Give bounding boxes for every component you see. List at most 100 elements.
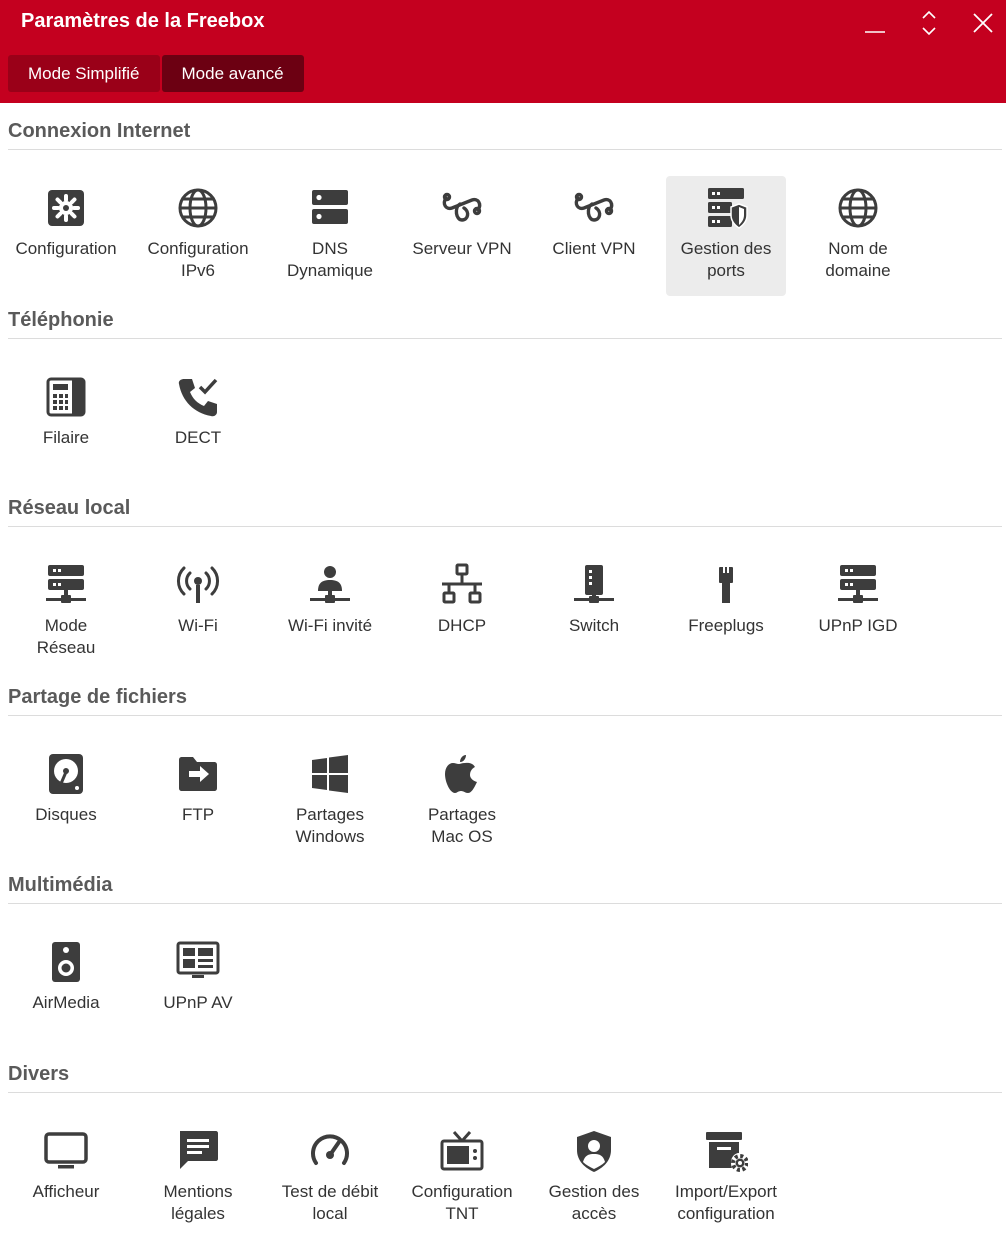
tab-mode-simplifie[interactable]: Mode Simplifié — [8, 55, 160, 92]
folder-arrow-icon — [176, 752, 220, 796]
settings-item-airmedia[interactable]: AirMedia — [6, 930, 126, 1050]
settings-item-client-vpn[interactable]: Client VPN — [534, 176, 654, 296]
section-divider — [8, 149, 1002, 150]
media-screen-icon — [176, 940, 220, 984]
settings-item-upnp-av[interactable]: UPnP AV — [138, 930, 258, 1050]
section-multimedia: Multimédia AirMedia UPnP AV — [8, 867, 1002, 1012]
settings-item-label: DNS Dynamique — [287, 239, 373, 280]
settings-item-label: Afficheur — [32, 1182, 100, 1201]
mode-tabs: Mode Simplifié Mode avancé — [8, 55, 304, 92]
speaker-icon — [44, 940, 88, 984]
vpn-icon — [440, 186, 484, 230]
close-button[interactable] — [965, 6, 1001, 40]
settings-item-import-export-configuration[interactable]: Import/Export configuration — [666, 1119, 786, 1239]
vpn-icon — [572, 186, 616, 230]
section-divider — [8, 338, 1002, 339]
settings-item-wi-fi-invite[interactable]: Wi-Fi invité — [270, 553, 390, 673]
hard-disk-icon — [44, 752, 88, 796]
settings-item-disques[interactable]: Disques — [6, 742, 126, 862]
section-title: Connexion Internet — [8, 120, 191, 142]
switch-icon — [572, 563, 616, 607]
wifi-antenna-icon — [176, 563, 220, 607]
tab-mode-avance[interactable]: Mode avancé — [161, 55, 304, 92]
settings-item-label: DECT — [174, 428, 222, 447]
settings-item-freeplugs[interactable]: Freeplugs — [666, 553, 786, 673]
settings-item-label: Freeplugs — [688, 616, 764, 635]
section-title: Partage de fichiers — [8, 686, 187, 708]
settings-item-label: Filaire — [42, 428, 90, 447]
globe-icon — [836, 186, 880, 230]
settings-item-label: Configuration — [15, 239, 117, 258]
window-title: Paramètres de la Freebox — [21, 10, 265, 32]
settings-item-label: Wi-Fi — [178, 616, 218, 635]
settings-item-label: Wi-Fi invité — [287, 616, 373, 635]
minimize-button[interactable] — [857, 6, 893, 40]
settings-item-nom-de-domaine[interactable]: Nom de domaine — [798, 176, 918, 296]
settings-item-label: Gestion des accès — [548, 1182, 640, 1223]
settings-item-upnp-igd[interactable]: UPnP IGD — [798, 553, 918, 673]
gear-icon — [44, 186, 88, 230]
settings-item-configuration-tnt[interactable]: Configuration TNT — [402, 1119, 522, 1239]
settings-window: Paramètres de la Freebox Mode Simplifié … — [0, 0, 1006, 1255]
settings-item-label: DHCP — [437, 616, 487, 635]
settings-item-ftp[interactable]: FTP — [138, 742, 258, 862]
monitor-icon — [44, 1129, 88, 1173]
tv-icon — [440, 1129, 484, 1173]
settings-item-configuration-ipv6[interactable]: Configuration IPv6 — [138, 176, 258, 296]
settings-item-dhcp[interactable]: DHCP — [402, 553, 522, 673]
settings-item-label: Partages Mac OS — [427, 805, 497, 846]
minimize-icon — [865, 31, 885, 33]
apple-icon — [440, 752, 484, 796]
settings-item-configuration[interactable]: Configuration — [6, 176, 126, 296]
plug-icon — [704, 563, 748, 607]
section-reseau-local: Réseau local Mode Réseau Wi-Fi Wi-Fi invité… — [8, 490, 1002, 657]
restore-button[interactable] — [911, 6, 947, 40]
section-title: Multimédia — [8, 874, 113, 896]
settings-item-gestion-des-ports[interactable]: Gestion des ports — [666, 176, 786, 296]
settings-item-label: Client VPN — [552, 239, 636, 258]
settings-item-mode-reseau[interactable]: Mode Réseau — [6, 553, 126, 673]
network-server-icon — [836, 563, 880, 607]
section-divers: Divers Afficheur Mentions légales Test de d… — [8, 1056, 1002, 1223]
windows-icon — [308, 752, 352, 796]
server-icon — [308, 186, 352, 230]
settings-item-partages-mac-os[interactable]: Partages Mac OS — [402, 742, 522, 862]
restore-icon — [922, 10, 936, 36]
settings-item-label: Disques — [35, 805, 97, 824]
section-divider — [8, 903, 1002, 904]
phone-check-icon — [176, 375, 220, 419]
section-partage-de-fichiers: Partage de fichiers Disques FTP Partages Wi… — [8, 679, 1002, 846]
section-divider — [8, 526, 1002, 527]
message-icon — [176, 1129, 220, 1173]
settings-item-test-de-debit-local[interactable]: Test de débit local — [270, 1119, 390, 1239]
globe-icon — [176, 186, 220, 230]
settings-item-label: Mode Réseau — [36, 616, 96, 657]
section-connexion-internet: Connexion Internet Configuration Configura… — [8, 113, 1002, 296]
settings-item-label: Partages Windows — [295, 805, 365, 846]
settings-item-mentions-legales[interactable]: Mentions légales — [138, 1119, 258, 1239]
title-bar: Paramètres de la Freebox Mode Simplifié … — [0, 0, 1006, 103]
settings-item-switch[interactable]: Switch — [534, 553, 654, 673]
settings-item-dns-dynamique[interactable]: DNS Dynamique — [270, 176, 390, 296]
settings-item-dect[interactable]: DECT — [138, 365, 258, 485]
settings-item-label: UPnP IGD — [818, 616, 898, 635]
server-shield-icon — [704, 186, 748, 230]
shield-user-icon — [572, 1129, 616, 1173]
settings-item-wi-fi[interactable]: Wi-Fi — [138, 553, 258, 673]
close-icon — [973, 13, 993, 33]
section-title: Réseau local — [8, 497, 131, 519]
settings-item-label: Test de débit local — [281, 1182, 379, 1223]
settings-item-afficheur[interactable]: Afficheur — [6, 1119, 126, 1239]
section-divider — [8, 1092, 1002, 1093]
section-title: Téléphonie — [8, 309, 114, 331]
settings-item-label: Gestion des ports — [680, 239, 772, 280]
settings-item-gestion-des-acces[interactable]: Gestion des accès — [534, 1119, 654, 1239]
settings-item-filaire[interactable]: Filaire — [6, 365, 126, 485]
section-title: Divers — [8, 1063, 70, 1085]
settings-item-partages-windows[interactable]: Partages Windows — [270, 742, 390, 862]
settings-item-label: Serveur VPN — [412, 239, 512, 258]
network-tree-icon — [440, 563, 484, 607]
settings-item-label: FTP — [181, 805, 215, 824]
settings-item-serveur-vpn[interactable]: Serveur VPN — [402, 176, 522, 296]
archive-gear-icon — [704, 1129, 748, 1173]
